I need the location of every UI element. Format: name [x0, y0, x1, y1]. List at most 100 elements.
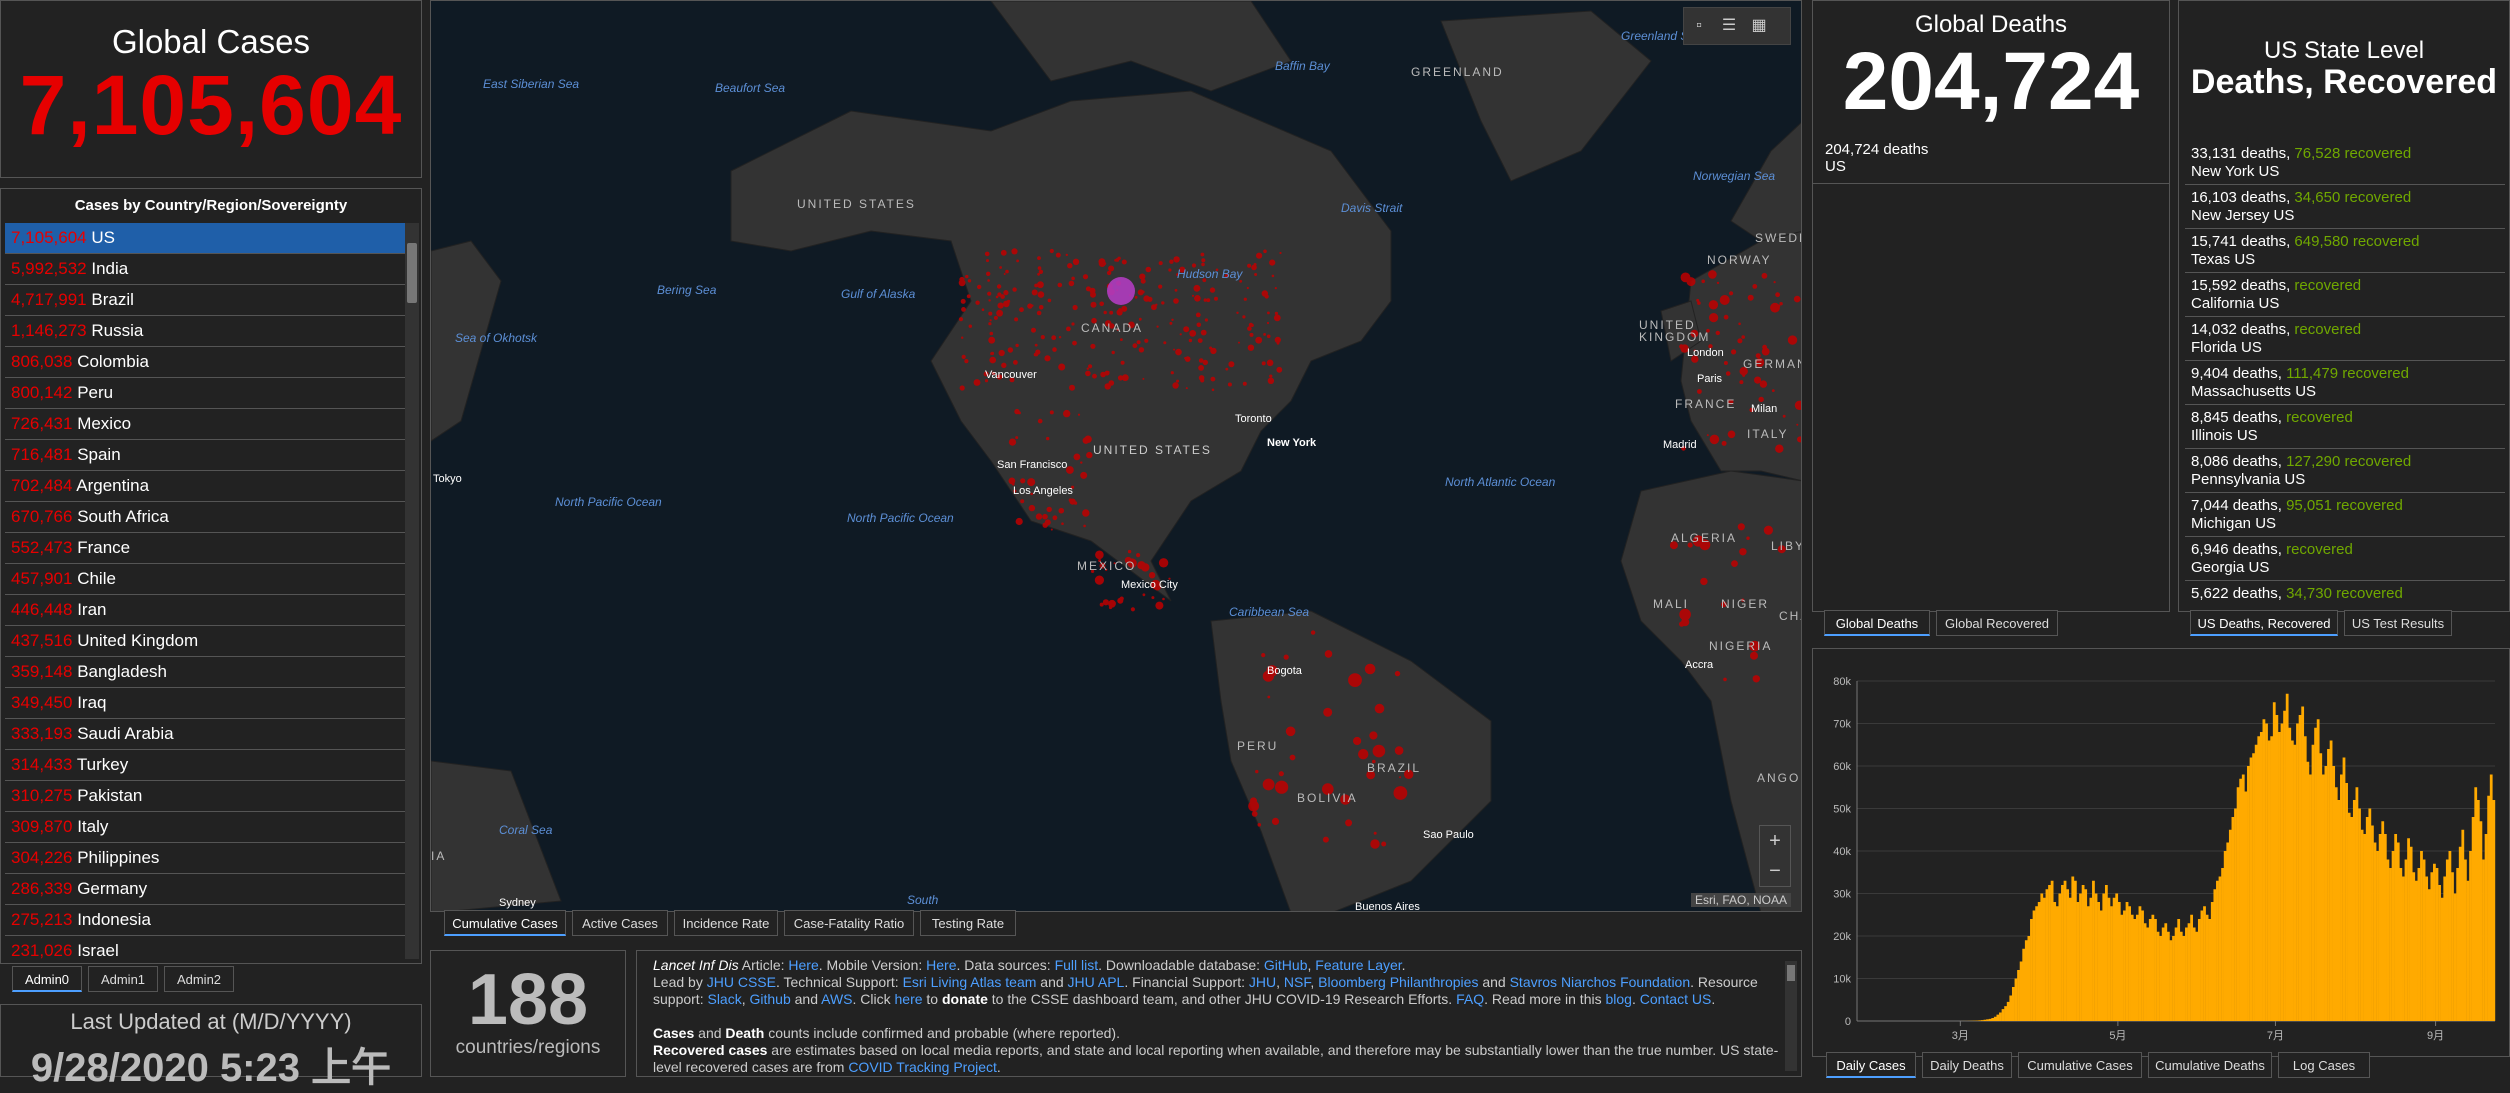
case-marker[interactable]	[1162, 598, 1165, 601]
case-marker[interactable]	[1090, 344, 1095, 349]
case-marker[interactable]	[1697, 389, 1702, 394]
case-marker[interactable]	[1151, 596, 1154, 599]
case-marker[interactable]	[968, 279, 971, 282]
case-marker[interactable]	[988, 322, 991, 325]
case-marker[interactable]	[1001, 363, 1006, 368]
mobile-link[interactable]: Here	[926, 957, 956, 973]
case-marker[interactable]	[990, 319, 992, 321]
case-marker[interactable]	[1783, 415, 1786, 418]
case-marker[interactable]	[1272, 275, 1275, 278]
tab-daily-deaths[interactable]: Daily Deaths	[1922, 1052, 2012, 1078]
case-marker[interactable]	[974, 379, 981, 386]
case-marker[interactable]	[1183, 326, 1189, 332]
case-marker[interactable]	[1752, 284, 1757, 289]
case-marker[interactable]	[961, 307, 966, 312]
case-marker[interactable]	[1122, 260, 1127, 265]
case-marker[interactable]	[1009, 478, 1016, 485]
country-list-item[interactable]: 1,146,273 Russia	[5, 316, 405, 347]
case-marker[interactable]	[1796, 424, 1798, 426]
case-marker[interactable]	[1737, 338, 1742, 343]
case-marker[interactable]	[1082, 509, 1089, 516]
case-marker[interactable]	[1015, 436, 1018, 439]
case-marker[interactable]	[1007, 300, 1010, 303]
case-marker[interactable]	[1004, 273, 1006, 275]
case-marker[interactable]	[1709, 313, 1718, 322]
case-marker[interactable]	[1016, 260, 1019, 263]
case-marker[interactable]	[1137, 561, 1145, 569]
case-marker[interactable]	[1701, 280, 1705, 284]
case-marker[interactable]	[1100, 372, 1106, 378]
case-marker[interactable]	[1731, 560, 1738, 567]
country-list-item[interactable]: 800,142 Peru	[5, 378, 405, 409]
us-state-item[interactable]: 8,845 deaths, recoveredIllinois US	[2185, 405, 2505, 449]
country-list-item[interactable]: 359,148 Bangladesh	[5, 657, 405, 688]
case-marker[interactable]	[1353, 737, 1361, 745]
case-marker[interactable]	[1724, 361, 1728, 365]
case-marker[interactable]	[1176, 380, 1179, 383]
case-marker[interactable]	[1228, 383, 1232, 387]
case-marker[interactable]	[1107, 271, 1111, 275]
country-list-item[interactable]: 286,339 Germany	[5, 874, 405, 905]
country-list-item[interactable]: 349,450 Iraq	[5, 688, 405, 719]
case-marker[interactable]	[988, 299, 990, 301]
case-marker[interactable]	[1131, 607, 1135, 611]
case-marker[interactable]	[1052, 347, 1057, 352]
case-marker[interactable]	[1037, 311, 1042, 316]
case-marker[interactable]	[1248, 801, 1259, 812]
case-marker[interactable]	[1016, 518, 1023, 525]
case-marker[interactable]	[1043, 523, 1048, 528]
case-marker[interactable]	[1091, 302, 1097, 308]
case-marker[interactable]	[1069, 281, 1075, 287]
case-marker[interactable]	[1252, 811, 1258, 817]
case-marker[interactable]	[1247, 287, 1249, 289]
us-state-item[interactable]: 15,741 deaths, 649,580 recoveredTexas US	[2185, 229, 2505, 273]
tab-us-test-results[interactable]: US Test Results	[2344, 610, 2452, 636]
case-marker[interactable]	[1099, 302, 1104, 307]
case-marker[interactable]	[1104, 311, 1107, 314]
case-marker[interactable]	[1175, 349, 1182, 356]
case-marker[interactable]	[1228, 361, 1234, 367]
case-marker[interactable]	[1058, 364, 1065, 371]
bookmark-icon[interactable]: ▫	[1684, 8, 1714, 44]
case-marker[interactable]	[1764, 526, 1773, 535]
case-marker[interactable]	[1005, 270, 1009, 274]
case-marker[interactable]	[1696, 299, 1699, 302]
case-marker[interactable]	[1369, 731, 1377, 739]
tab-active-cases[interactable]: Active Cases	[572, 910, 668, 936]
case-marker[interactable]	[1275, 287, 1277, 289]
case-marker[interactable]	[990, 332, 994, 336]
case-marker[interactable]	[1267, 696, 1270, 699]
case-marker[interactable]	[1794, 296, 1801, 303]
case-marker[interactable]	[982, 308, 985, 311]
case-marker[interactable]	[965, 275, 968, 278]
case-marker[interactable]	[1709, 300, 1718, 309]
case-marker[interactable]	[1037, 281, 1044, 288]
case-marker[interactable]	[1775, 292, 1780, 297]
case-marker[interactable]	[987, 292, 991, 296]
case-marker[interactable]	[1746, 537, 1749, 540]
case-marker[interactable]	[1774, 281, 1776, 283]
case-marker[interactable]	[1108, 600, 1116, 608]
case-marker[interactable]	[961, 299, 966, 304]
country-list-item[interactable]: 333,193 Saudi Arabia	[5, 719, 405, 750]
case-marker[interactable]	[1261, 653, 1265, 657]
case-marker[interactable]	[1238, 342, 1240, 344]
case-marker[interactable]	[1748, 295, 1754, 301]
tab-global-recovered[interactable]: Global Recovered	[1936, 610, 2058, 636]
case-marker[interactable]	[1753, 675, 1760, 682]
case-marker[interactable]	[1212, 389, 1215, 392]
case-marker[interactable]	[1248, 345, 1254, 351]
case-marker[interactable]	[1112, 351, 1115, 354]
case-marker[interactable]	[985, 252, 990, 257]
case-marker[interactable]	[1086, 286, 1091, 291]
case-marker[interactable]	[1716, 331, 1720, 335]
case-marker[interactable]	[997, 284, 1001, 288]
us-state-item[interactable]: 15,592 deaths, recoveredCalifornia US	[2185, 273, 2505, 317]
case-marker[interactable]	[1728, 431, 1736, 439]
country-list-item[interactable]: 446,448 Iran	[5, 595, 405, 626]
country-list-item[interactable]: 552,473 France	[5, 533, 405, 564]
stavros-link[interactable]: Stavros Niarchos Foundation	[1510, 974, 1691, 990]
case-marker[interactable]	[1203, 360, 1208, 365]
case-marker[interactable]	[1047, 507, 1052, 512]
case-marker[interactable]	[1394, 786, 1408, 800]
